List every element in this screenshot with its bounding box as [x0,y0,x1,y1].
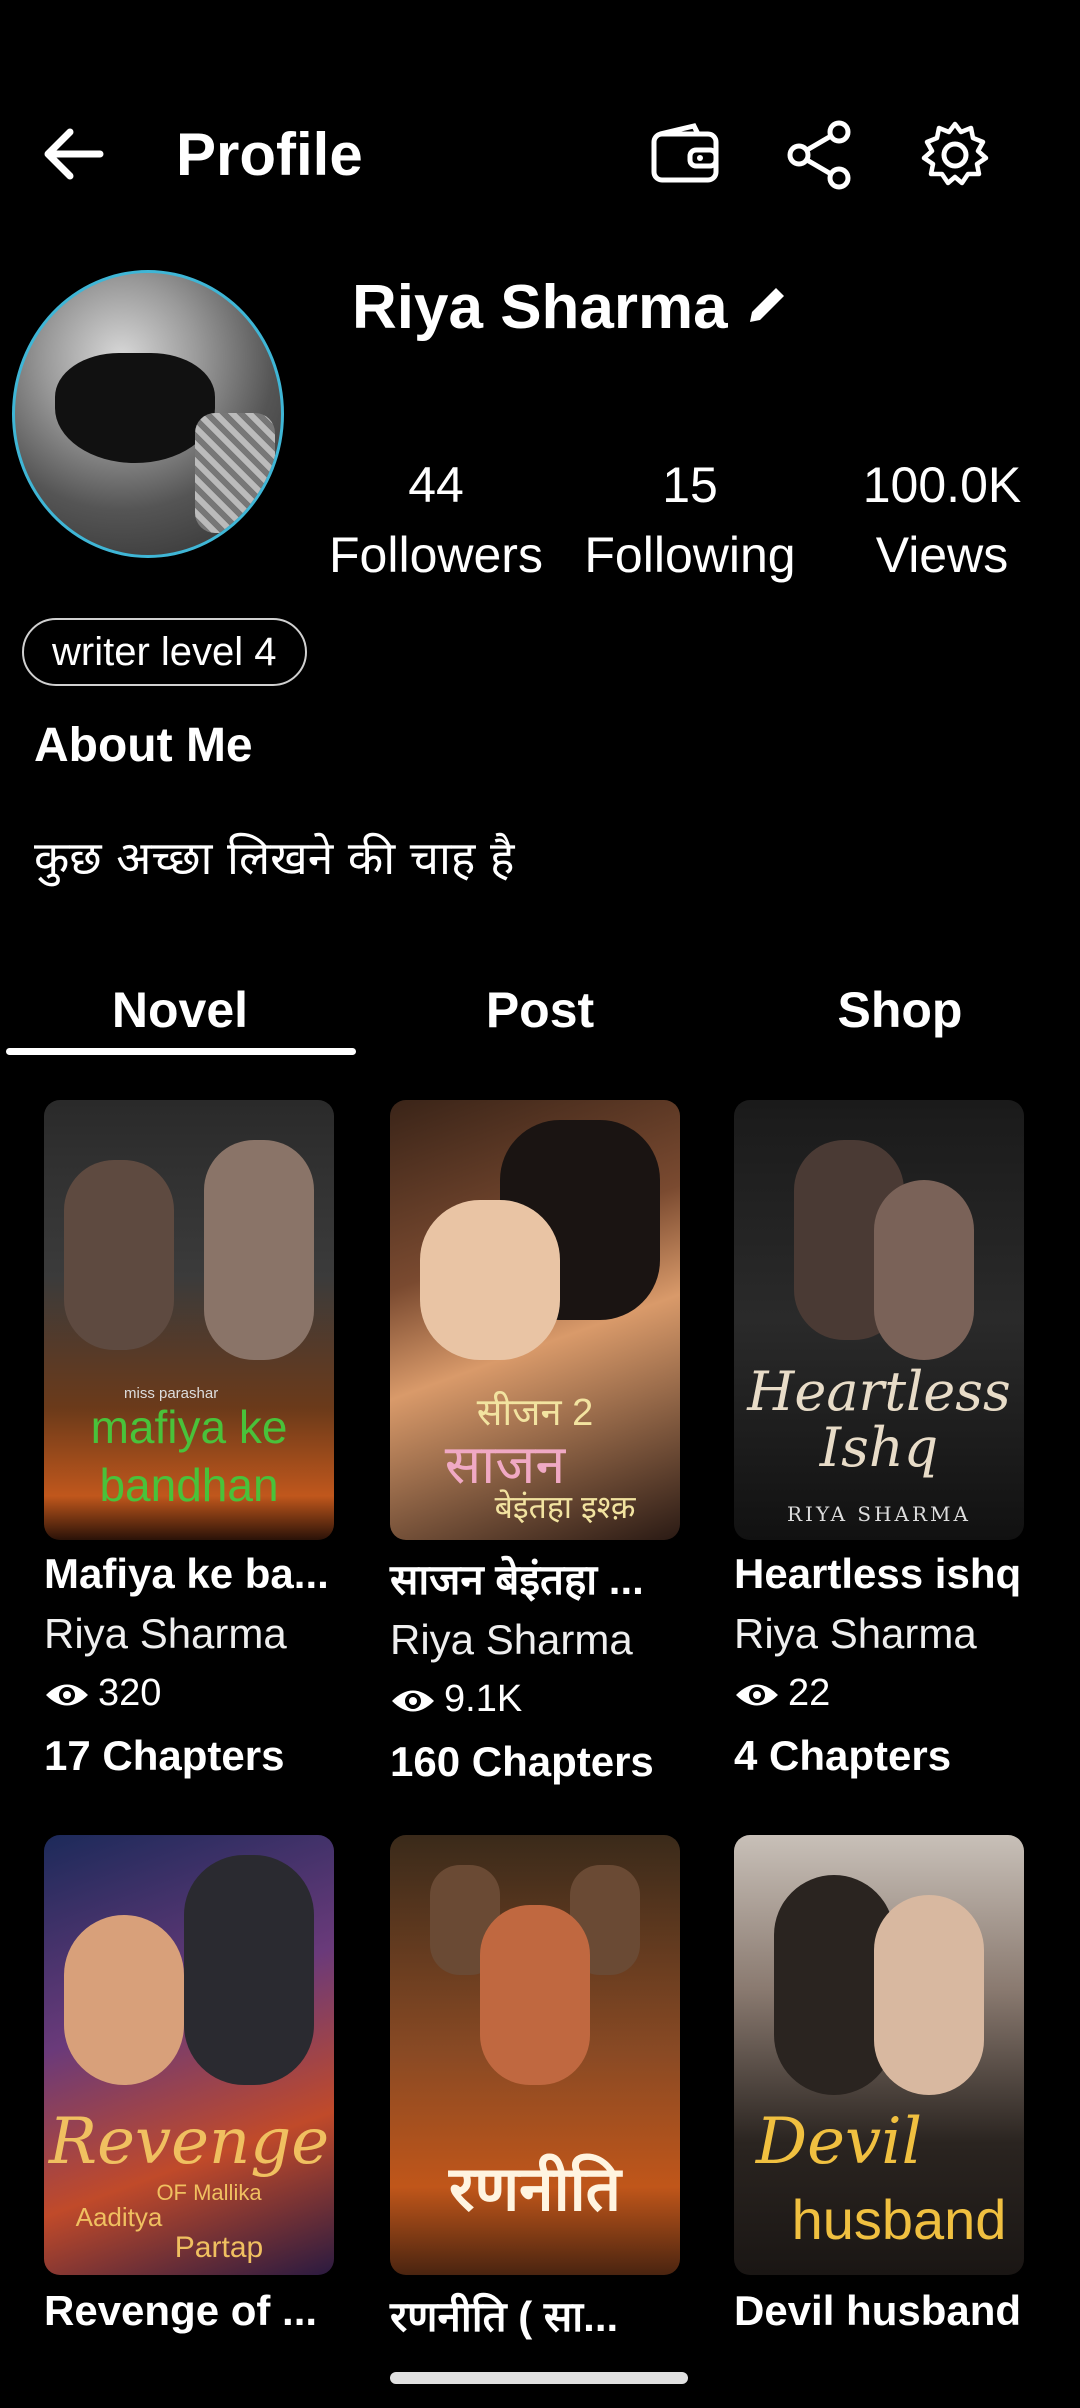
cover-title-line: Aaditya [75,2202,163,2232]
novel-author: Riya Sharma [44,1610,287,1657]
views-count: 22 [788,1672,831,1714]
cover-author: RIYA SHARMA [787,1502,971,1526]
stat-label: Followers [329,527,543,583]
book-cover[interactable]: रणनीति [390,1835,680,2275]
stat-value: 100.0K [862,457,1022,513]
cover-title-line: बेइंतहा इश्क़ [494,1489,636,1525]
views-count: 9.1K [444,1678,523,1720]
share-icon[interactable] [785,120,855,190]
about-me-text: कुछ अच्छा लिखने की चाह है [34,831,515,885]
cover-title-line: रणनीति [448,2155,622,2224]
wallet-icon[interactable] [650,120,720,190]
novel-views: 22 [734,1672,830,1715]
avatar[interactable] [12,270,284,558]
edit-pencil-icon[interactable] [742,280,792,330]
novel-views: 9.1K [390,1678,522,1721]
novel-title: Mafiya ke ba... [44,1550,329,1597]
profile-name: Riya Sharma [352,273,728,342]
tab-shop[interactable]: Shop [720,975,1080,1045]
views-count: 320 [98,1672,162,1714]
cover-title-line: Devil [755,2105,923,2179]
cover-title-line: mafiya ke [90,1401,288,1453]
cover-title-line: Heartless [747,1360,1011,1423]
book-cover[interactable]: Devil husband [734,1835,1024,2275]
novel-author: Riya Sharma [390,1616,633,1663]
active-tab-indicator [6,1048,356,1055]
settings-icon[interactable] [920,120,990,190]
cover-title-line: husband [791,2188,1007,2251]
novel-chapters: 160 Chapters [390,1738,654,1785]
cover-title-line: bandhan [99,1459,279,1511]
back-arrow-icon[interactable] [40,126,104,182]
following-stat[interactable]: 15 Following [570,450,810,590]
tab-bar: Novel Post Shop [0,975,1080,1055]
novel-views: 320 [44,1672,161,1715]
novel-author: Riya Sharma [734,1610,977,1657]
eye-icon [392,1690,434,1712]
views-stat: 100.0K Views [822,450,1062,590]
stat-value: 44 [408,457,464,513]
cover-title-line: Revenge [48,2105,330,2179]
novel-title: Heartless ishq [734,1550,1022,1597]
novel-title: Revenge of ... [44,2287,318,2334]
eye-icon [46,1684,88,1706]
stat-label: Views [875,527,1009,583]
novel-title: साजन बेइंतहा ... [390,1556,644,1603]
stat-value: 15 [662,457,718,513]
home-indicator[interactable] [390,2372,688,2384]
novel-chapters: 4 Chapters [734,1732,952,1779]
book-cover[interactable]: सीजन 2 साजन बेइंतहा इश्क़ [390,1100,680,1540]
book-cover[interactable]: Revenge OF Mallika Aaditya Partap [44,1835,334,2275]
cover-title-line: Ishq [819,1416,939,1479]
tab-post[interactable]: Post [360,975,720,1045]
novel-title: रणनीति ( सा... [390,2293,619,2340]
tab-novel[interactable]: Novel [0,975,360,1045]
eye-icon [736,1684,778,1706]
novel-chapters: 17 Chapters [44,1732,285,1779]
book-cover[interactable]: Heartless Ishq RIYA SHARMA [734,1100,1024,1540]
top-bar: Profile [0,110,1080,200]
book-cover[interactable]: miss parashar mafiya ke bandhan [44,1100,334,1540]
cover-title-line: Partap [174,2231,264,2264]
about-me-heading: About Me [34,719,253,772]
stat-label: Following [584,527,796,583]
writer-level-badge[interactable]: writer level 4 [22,618,307,686]
page-title: Profile [176,121,363,188]
novel-title: Devil husband [734,2287,1022,2334]
followers-stat[interactable]: 44 Followers [316,450,556,590]
